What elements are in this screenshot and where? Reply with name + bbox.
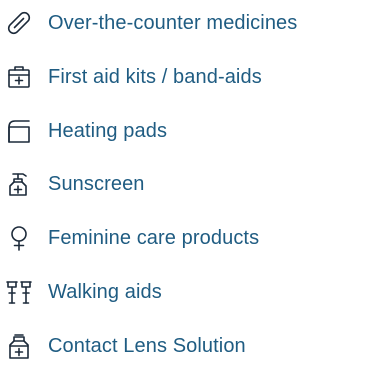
walking-aid-icon <box>4 277 34 307</box>
first-aid-kit-icon <box>4 62 34 92</box>
category-item-feminine-care[interactable]: Feminine care products <box>0 221 370 255</box>
pill-icon <box>4 8 34 38</box>
sunscreen-bottle-icon <box>4 169 34 199</box>
lens-solution-bottle-icon <box>4 331 34 361</box>
category-label: Walking aids <box>48 280 162 303</box>
category-label: Heating pads <box>48 119 168 142</box>
heating-pad-icon <box>4 116 34 146</box>
category-list: Over-the-counter medicines First aid kit… <box>0 0 370 379</box>
category-item-walking-aids[interactable]: Walking aids <box>0 275 370 309</box>
category-label: Feminine care products <box>48 226 260 249</box>
category-item-heating-pads[interactable]: Heating pads <box>0 114 370 148</box>
category-item-otc-medicines[interactable]: Over-the-counter medicines <box>0 6 370 40</box>
category-label: Over-the-counter medicines <box>48 11 298 34</box>
category-label: Contact Lens Solution <box>48 334 246 357</box>
category-label: First aid kits / band-aids <box>48 65 262 88</box>
female-symbol-icon <box>4 223 34 253</box>
category-item-first-aid[interactable]: First aid kits / band-aids <box>0 60 370 94</box>
category-label: Sunscreen <box>48 172 145 195</box>
category-item-sunscreen[interactable]: Sunscreen <box>0 167 370 201</box>
category-item-contact-lens-solution[interactable]: Contact Lens Solution <box>0 329 370 363</box>
